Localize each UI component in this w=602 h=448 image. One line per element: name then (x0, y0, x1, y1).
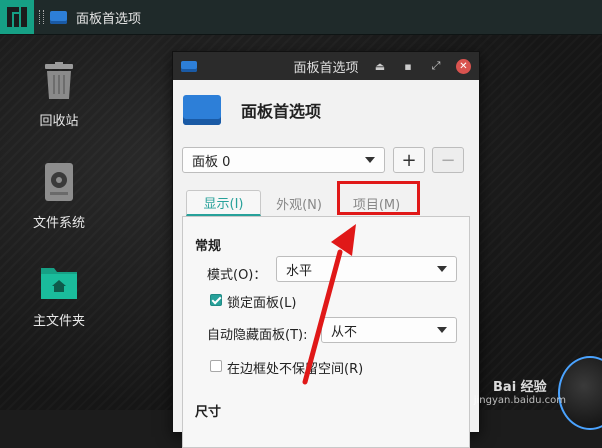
watermark: Bai 经验 jingyan.baidu.com (474, 376, 566, 406)
watermark-sub: jingyan.baidu.com (473, 395, 566, 406)
annotation-arrow (302, 224, 356, 385)
watermark-text: Bai 经验 (493, 380, 547, 395)
